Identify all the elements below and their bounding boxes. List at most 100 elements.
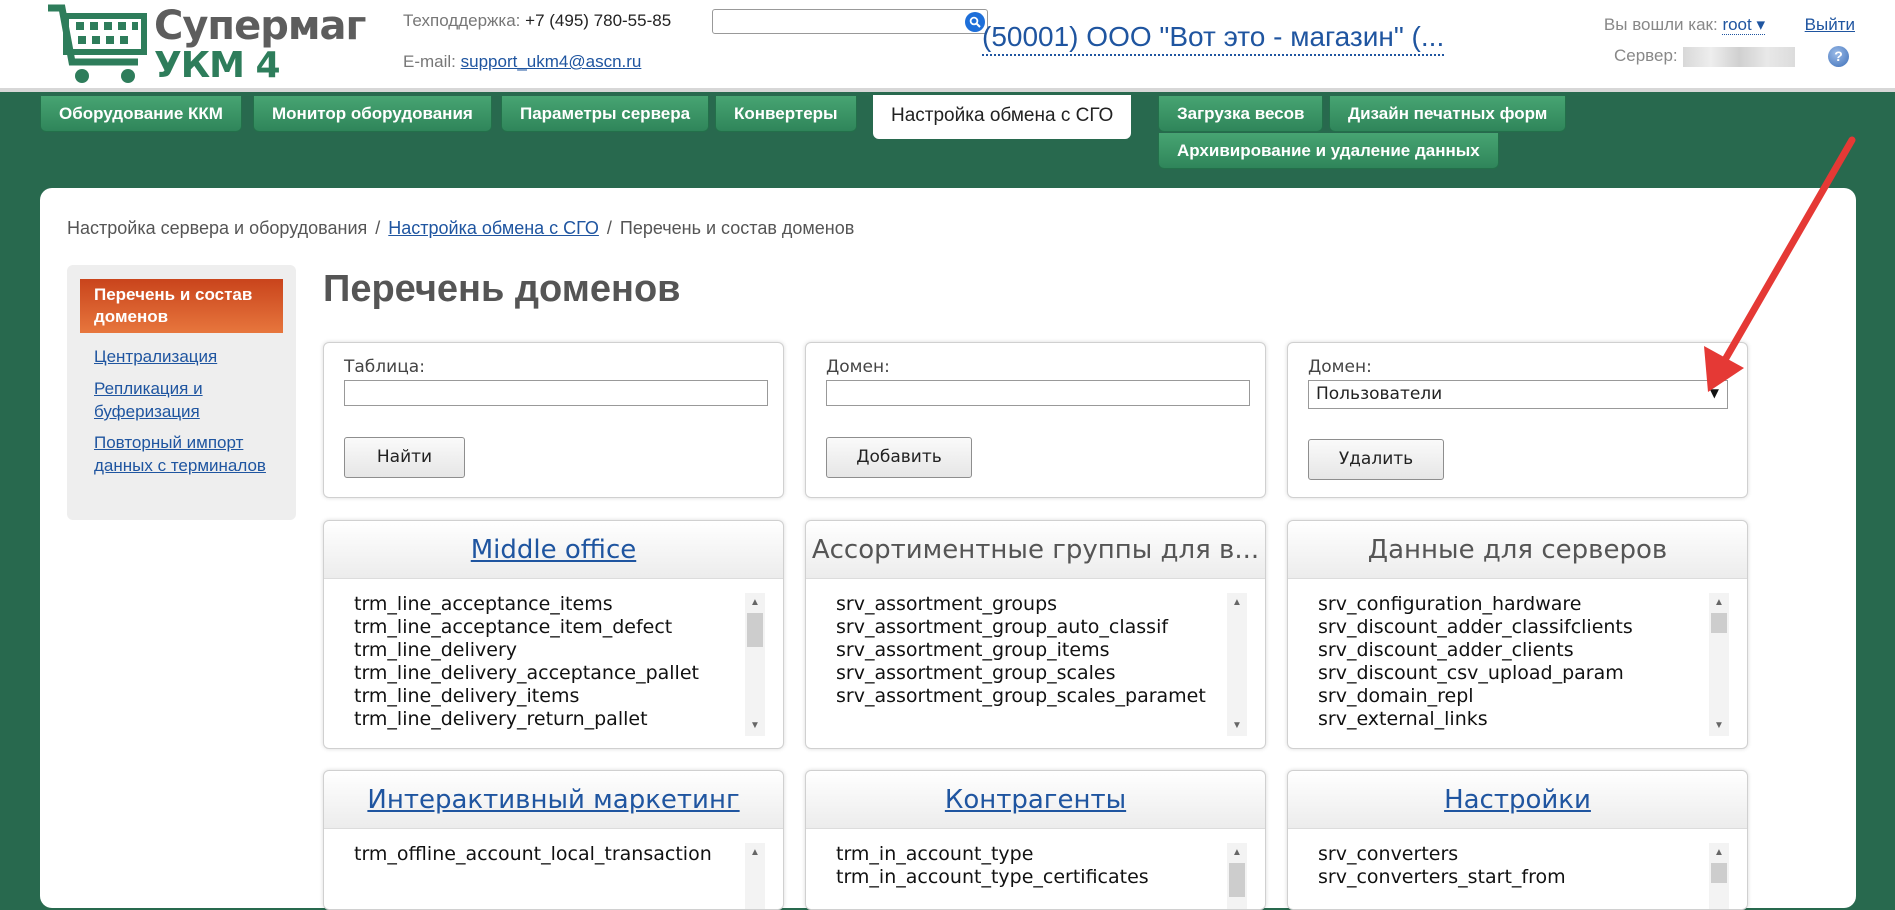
breadcrumb: Настройка сервера и оборудования / Настрой… (67, 218, 854, 239)
breadcrumb-parent-link[interactable]: Настройка обмена с СГО (388, 218, 599, 238)
scroll-down-icon[interactable]: ▼ (1227, 718, 1247, 734)
table-list: trm_in_account_type trm_in_account_type_… (826, 843, 1225, 909)
logo-title: Супермаг (154, 3, 366, 49)
list-item[interactable]: srv_discount_adder_classifclients (1318, 616, 1707, 639)
table-listbox[interactable]: srv_configuration_hardware srv_discount_… (1308, 593, 1729, 736)
tab-equipment-monitor[interactable]: Монитор оборудования (253, 96, 492, 132)
table-list: srv_assortment_groups srv_assortment_gro… (826, 593, 1225, 736)
add-button[interactable]: Добавить (826, 437, 972, 478)
domain-select[interactable]: Пользователи ▼ (1308, 380, 1728, 409)
list-item[interactable]: srv_assortment_group_auto_classif (836, 616, 1225, 639)
scroll-thumb[interactable] (747, 613, 763, 647)
table-listbox[interactable]: srv_assortment_groups srv_assortment_gro… (826, 593, 1247, 736)
domain-card: Ассортиментные группы для в... srv_assor… (805, 520, 1266, 749)
delete-button[interactable]: Удалить (1308, 439, 1444, 480)
list-item[interactable]: srv_configuration_hardware (1318, 593, 1707, 616)
sidebar-item-reimport[interactable]: Повторный импорт данных с терминалов (94, 431, 284, 477)
list-item[interactable]: srv_assortment_group_items (836, 639, 1225, 662)
scroll-thumb[interactable] (1229, 863, 1245, 897)
list-item[interactable]: srv_discount_adder_clients (1318, 639, 1707, 662)
sidebar-item-centralization[interactable]: Централизация (94, 345, 284, 368)
table-listbox[interactable]: srv_converters srv_converters_start_from… (1308, 843, 1729, 909)
organization-selector[interactable]: (50001) ООО "Вот это - магазин" (... (982, 20, 1445, 56)
table-list: trm_offline_account_local_transaction (344, 843, 743, 909)
scroll-up-icon[interactable]: ▲ (745, 845, 765, 861)
sidebar-item-replication[interactable]: Репликация и буферизация (94, 377, 284, 423)
search-input[interactable] (712, 9, 988, 34)
table-listbox[interactable]: trm_line_acceptance_items trm_line_accep… (344, 593, 765, 736)
tab-archiving[interactable]: Архивирование и удаление данных (1158, 133, 1499, 169)
breadcrumb-separator: / (375, 218, 381, 238)
breadcrumb-separator: / (606, 218, 612, 238)
list-item[interactable]: trm_offline_account_local_transaction (354, 843, 743, 866)
list-item[interactable]: srv_converters (1318, 843, 1707, 866)
list-item[interactable]: srv_domain_repl (1318, 685, 1707, 708)
card-title-link[interactable]: Middle office (324, 521, 783, 579)
list-item[interactable]: srv_external_links (1318, 708, 1707, 731)
table-list: srv_converters srv_converters_start_from (1308, 843, 1707, 909)
scroll-up-icon[interactable]: ▲ (745, 595, 765, 611)
list-item[interactable]: trm_line_delivery_items (354, 685, 743, 708)
list-item[interactable]: srv_converters_start_from (1318, 866, 1707, 889)
scroll-thumb[interactable] (1711, 863, 1727, 883)
scrollbar[interactable]: ▲ ▼ (1227, 593, 1247, 736)
table-list: srv_configuration_hardware srv_discount_… (1308, 593, 1707, 736)
scroll-up-icon[interactable]: ▲ (1709, 595, 1729, 611)
chevron-down-icon[interactable]: ▼ (1710, 386, 1719, 400)
help-icon[interactable]: ? (1828, 46, 1849, 67)
logo[interactable]: Супермаг УКМ 4 (46, 2, 366, 86)
tab-sgo-exchange[interactable]: Настройка обмена с СГО (873, 95, 1132, 139)
table-listbox[interactable]: trm_in_account_type trm_in_account_type_… (826, 843, 1247, 909)
scroll-up-icon[interactable]: ▲ (1709, 845, 1729, 861)
domain-card: Интерактивный маркетинг trm_offline_acco… (323, 770, 784, 910)
scroll-down-icon[interactable]: ▼ (1709, 718, 1729, 734)
scrollbar[interactable]: ▲ ▼ (745, 593, 765, 736)
scrollbar[interactable]: ▲ (1709, 843, 1729, 909)
scroll-up-icon[interactable]: ▲ (1227, 845, 1247, 861)
list-item[interactable]: trm_line_delivery_return_pallet (354, 708, 743, 731)
find-button[interactable]: Найти (344, 437, 465, 478)
user-menu[interactable]: root ▾ (1722, 15, 1765, 35)
list-item[interactable]: srv_discount_csv_upload_param (1318, 662, 1707, 685)
domain-card: Middle office trm_line_acceptance_items … (323, 520, 784, 749)
add-domain-form: Домен: Добавить (805, 342, 1266, 498)
list-item[interactable]: trm_line_delivery (354, 639, 743, 662)
list-item[interactable]: srv_assortment_group_scales (836, 662, 1225, 685)
card-title-link[interactable]: Настройки (1288, 771, 1747, 829)
find-table-form: Таблица: Найти (323, 342, 784, 498)
scroll-thumb[interactable] (1711, 613, 1727, 633)
list-item[interactable]: trm_line_acceptance_item_defect (354, 616, 743, 639)
list-item[interactable]: srv_assortment_groups (836, 593, 1225, 616)
breadcrumb-current: Перечень и состав доменов (619, 218, 855, 238)
tab-scales-loading[interactable]: Загрузка весов (1158, 96, 1324, 132)
support-email-link[interactable]: support_ukm4@ascn.ru (461, 52, 642, 71)
cart-logo-icon (48, 4, 147, 83)
domain-input[interactable] (826, 380, 1250, 406)
card-title-link[interactable]: Контрагенты (806, 771, 1265, 829)
page-title: Перечень доменов (323, 268, 681, 310)
scrollbar[interactable]: ▲ (1227, 843, 1247, 909)
scrollbar[interactable]: ▲ (745, 843, 765, 909)
domain-label: Домен: (826, 357, 890, 377)
list-item[interactable]: srv_assortment_group_scales_paramet (836, 685, 1225, 708)
card-title-link[interactable]: Интерактивный маркетинг (324, 771, 783, 829)
tab-kkm-equipment[interactable]: Оборудование ККМ (40, 96, 242, 132)
tab-print-forms[interactable]: Дизайн печатных форм (1329, 96, 1567, 132)
card-title: Данные для серверов (1288, 521, 1747, 579)
list-item[interactable]: trm_in_account_type_certificates (836, 866, 1225, 889)
table-input[interactable] (344, 380, 768, 406)
list-item[interactable]: trm_line_acceptance_items (354, 593, 743, 616)
list-item[interactable]: trm_in_account_type (836, 843, 1225, 866)
scroll-down-icon[interactable]: ▼ (745, 718, 765, 734)
tab-converters[interactable]: Конвертеры (715, 96, 857, 132)
scrollbar[interactable]: ▲ ▼ (1709, 593, 1729, 736)
table-listbox[interactable]: trm_offline_account_local_transaction ▲ (344, 843, 765, 909)
sidebar-item-domains[interactable]: Перечень и состав доменов (80, 279, 283, 333)
domain-label: Домен: (1308, 357, 1372, 377)
logout-link[interactable]: Выйти (1805, 15, 1855, 35)
support-info: Техподдержка: +7 (495) 780-55-85 E-mail:… (403, 10, 671, 92)
scroll-up-icon[interactable]: ▲ (1227, 595, 1247, 611)
list-item[interactable]: trm_line_delivery_acceptance_pallet (354, 662, 743, 685)
domain-card: Данные для серверов srv_configuration_ha… (1287, 520, 1748, 749)
tab-server-params[interactable]: Параметры сервера (501, 96, 710, 132)
